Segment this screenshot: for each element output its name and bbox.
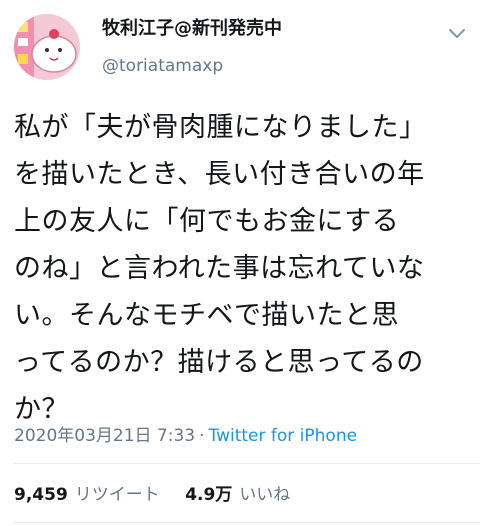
tweet-text: 私が「夫が骨肉腫になりました」 を描いたとき、長い付き合いの年 上の友人に「何で… xyxy=(14,112,427,425)
divider xyxy=(14,522,480,523)
tweet-meta: 2020年03月21日 7:33 · Twitter for iPhone xyxy=(14,424,470,448)
avatar[interactable] xyxy=(14,14,80,80)
tweet-header: 牧利江子@新刊発売中 @toriatamaxp xyxy=(0,0,480,88)
likes-count: 4.9万 xyxy=(185,485,233,505)
author-names[interactable]: 牧利江子@新刊発売中 @toriatamaxp xyxy=(102,18,282,76)
meta-separator: · xyxy=(199,426,205,446)
timestamp[interactable]: 2020年03月21日 7:33 xyxy=(14,426,195,446)
avatar-image xyxy=(14,14,80,80)
user-handle[interactable]: @toriatamaxp xyxy=(102,56,282,76)
display-name[interactable]: 牧利江子@新刊発売中 xyxy=(102,18,282,40)
chevron-down-icon[interactable] xyxy=(448,26,466,40)
retweets-count: 9,459 xyxy=(14,485,68,505)
retweets-label: リツイート xyxy=(74,485,160,505)
divider xyxy=(14,463,480,464)
likes-label: いいね xyxy=(239,485,291,505)
likes-stat[interactable]: 4.9万 いいね xyxy=(185,485,290,505)
tweet-stats: 9,459 リツイート 4.9万 いいね xyxy=(14,483,310,507)
retweets-stat[interactable]: 9,459 リツイート xyxy=(14,485,160,505)
source-link[interactable]: Twitter for iPhone xyxy=(209,426,358,446)
